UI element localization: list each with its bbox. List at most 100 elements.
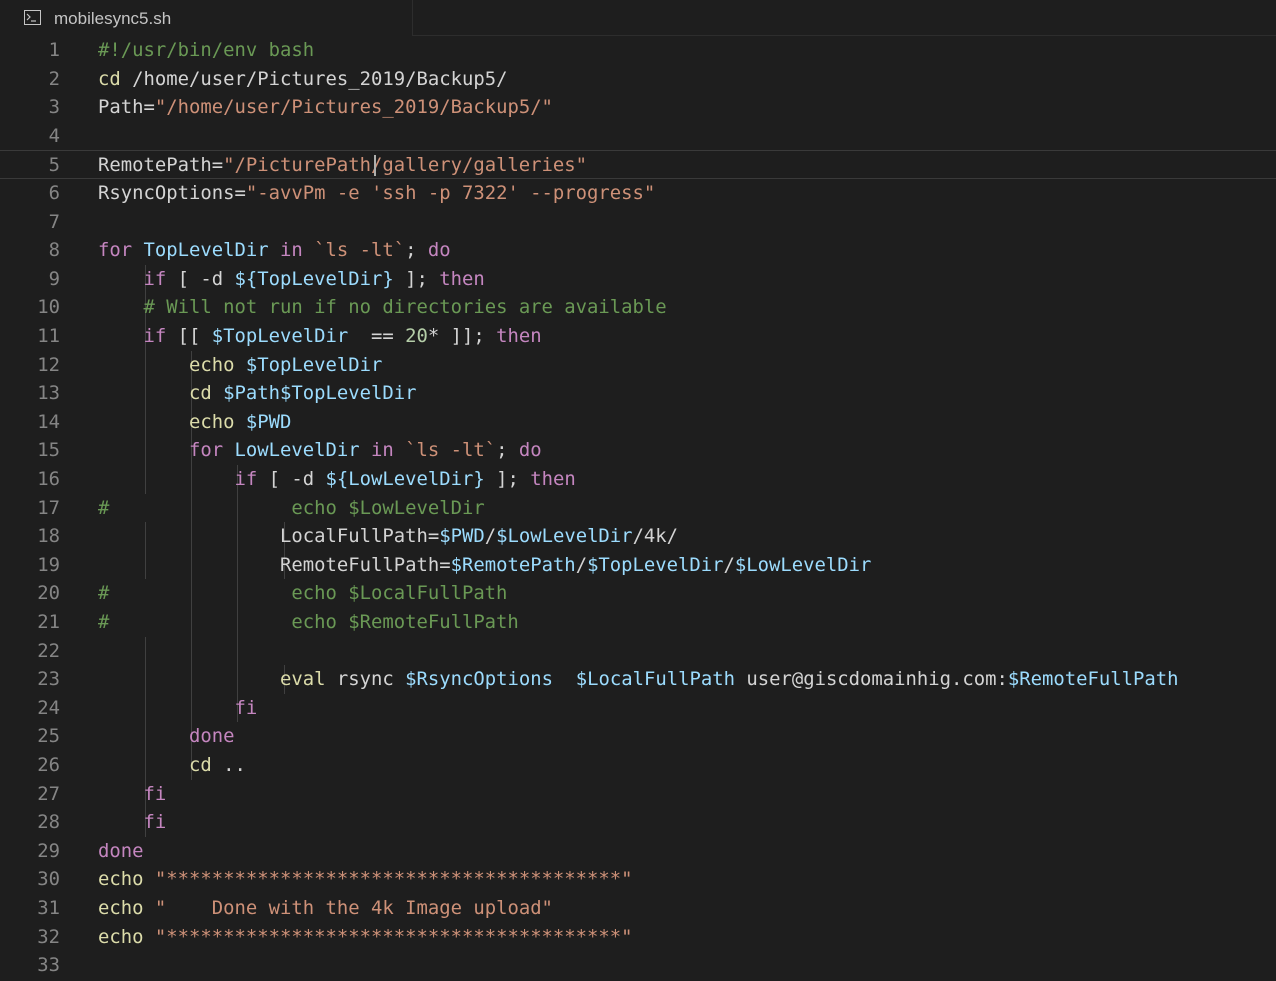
code-line[interactable]: 9 if [ -d ${TopLevelDir} ]; then bbox=[0, 264, 1276, 294]
token-plain: /4k/ bbox=[632, 525, 679, 548]
code-line[interactable]: 14 echo $PWD bbox=[0, 407, 1276, 437]
code-line[interactable]: 26 cd .. bbox=[0, 751, 1276, 780]
code-line[interactable]: 21 # echo $RemoteFullPath bbox=[0, 608, 1276, 637]
token-keyword: for bbox=[189, 439, 224, 462]
line-number: 28 bbox=[37, 811, 60, 834]
code-line[interactable]: 22 bbox=[0, 636, 1276, 666]
token-comment: # echo $RemoteFullPath bbox=[98, 611, 519, 633]
code-line[interactable]: 1 #!/usr/bin/env bash bbox=[0, 36, 1276, 65]
token-variable: ${TopLevelDir} bbox=[234, 267, 394, 290]
code-line[interactable]: 3 Path="/home/user/Pictures_2019/Backup5/… bbox=[0, 93, 1276, 122]
line-number: 31 bbox=[37, 897, 60, 919]
code-line[interactable]: 2 cd /home/user/Pictures_2019/Backup5/ bbox=[0, 65, 1276, 94]
code-text: RemotePath="/PicturePath/gallery/galleri… bbox=[98, 151, 587, 180]
line-number: 22 bbox=[37, 639, 60, 662]
code-text: echo "**********************************… bbox=[98, 865, 633, 894]
token-comment: #!/usr/bin/env bash bbox=[98, 39, 315, 61]
code-line[interactable]: 8 for TopLevelDir in `ls -lt`; do bbox=[0, 236, 1276, 265]
token-keyword: if bbox=[143, 267, 167, 290]
line-number: 8 bbox=[48, 239, 60, 262]
line-number: 33 bbox=[37, 954, 60, 977]
code-line[interactable]: 31 echo " Done with the 4k Image upload" bbox=[0, 894, 1276, 923]
token-string: `ls -lt` bbox=[405, 439, 497, 462]
token-builtin: cd bbox=[98, 67, 121, 90]
code-line[interactable]: 29 done bbox=[0, 837, 1276, 866]
line-number: 20 bbox=[37, 582, 60, 605]
code-line[interactable]: 11 if [[ $TopLevelDir == 20* ]]; then bbox=[0, 322, 1276, 351]
token-plain: ; bbox=[496, 439, 519, 462]
line-number: 32 bbox=[37, 925, 60, 948]
code-text: cd .. bbox=[98, 751, 246, 780]
text-cursor bbox=[374, 155, 376, 177]
token-builtin: eval bbox=[279, 668, 326, 691]
code-text: if [ -d ${LowLevelDir} ]; then bbox=[98, 465, 576, 494]
code-line[interactable]: 24 fi bbox=[0, 693, 1276, 723]
token-plain: /home/user/Pictures_2019/Backup5/ bbox=[120, 67, 508, 90]
code-line[interactable]: 4 bbox=[0, 122, 1276, 151]
token-variable: TopLevelDir bbox=[143, 239, 269, 262]
tab-filename: mobilesync5.sh bbox=[54, 9, 172, 28]
token-keyword: fi bbox=[234, 696, 258, 719]
code-line[interactable]: 32 echo "********************************… bbox=[0, 923, 1276, 952]
token-plain: [[ bbox=[166, 325, 212, 347]
code-line[interactable]: 23 eval rsync $RsyncOptions $LocalFullPa… bbox=[0, 665, 1276, 694]
token-keyword: then bbox=[530, 468, 576, 490]
code-line[interactable]: 30 echo "********************************… bbox=[0, 865, 1276, 894]
token-keyword: for bbox=[98, 239, 133, 262]
code-line[interactable]: 10 # Will not run if no directories are … bbox=[0, 293, 1276, 322]
token-keyword: if bbox=[143, 325, 167, 347]
code-line[interactable]: 6 RsyncOptions="-avvPm -e 'ssh -p 7322' -… bbox=[0, 179, 1276, 208]
code-line[interactable]: 20 # echo $LocalFullPath bbox=[0, 579, 1276, 608]
line-number: 17 bbox=[37, 496, 60, 519]
line-number: 23 bbox=[37, 668, 60, 691]
line-number: 25 bbox=[37, 725, 60, 748]
token-plain: ; bbox=[405, 239, 428, 262]
line-number: 9 bbox=[48, 267, 60, 290]
code-text: fi bbox=[98, 808, 167, 837]
code-line[interactable]: 19 RemoteFullPath=$RemotePath/$TopLevelD… bbox=[0, 550, 1276, 580]
token-plain: RsyncOptions= bbox=[98, 182, 246, 204]
code-line[interactable]: 15 for LowLevelDir in `ls -lt`; do bbox=[0, 436, 1276, 465]
line-number: 24 bbox=[37, 696, 60, 719]
line-number: 30 bbox=[37, 868, 60, 891]
code-line[interactable]: 25 done bbox=[0, 722, 1276, 751]
code-line[interactable]: 5 RemotePath="/PicturePath/gallery/galler… bbox=[0, 150, 1276, 179]
code-line[interactable]: 12 echo $TopLevelDir bbox=[0, 350, 1276, 380]
code-line[interactable]: 7 bbox=[0, 208, 1276, 237]
token-string: "***************************************… bbox=[154, 868, 633, 891]
code-line[interactable]: 28 fi bbox=[0, 808, 1276, 837]
line-number: 7 bbox=[48, 210, 60, 233]
line-number: 3 bbox=[48, 96, 60, 119]
code-line[interactable]: 33 bbox=[0, 951, 1276, 980]
code-line[interactable]: 16 if [ -d ${LowLevelDir} ]; then bbox=[0, 465, 1276, 494]
token-plain: rsync bbox=[325, 668, 406, 691]
line-number: 4 bbox=[48, 124, 60, 147]
token-variable: $LowLevelDir bbox=[734, 553, 872, 576]
token-plain: RemotePath= bbox=[98, 154, 224, 177]
code-line[interactable]: 17 # echo $LowLevelDir bbox=[0, 493, 1276, 523]
token-comment: # Will not run if no directories are ava… bbox=[143, 296, 667, 319]
token-variable: ${LowLevelDir} bbox=[325, 468, 485, 490]
line-number: 1 bbox=[48, 39, 60, 61]
editor-tab[interactable]: mobilesync5.sh bbox=[0, 0, 413, 36]
token-keyword: fi bbox=[143, 811, 167, 834]
token-plain: / bbox=[723, 553, 735, 576]
token-variable: $PWD bbox=[439, 525, 485, 548]
tab-bar: mobilesync5.sh bbox=[0, 0, 1276, 36]
code-line[interactable]: 18 LocalFullPath=$PWD/$LowLevelDir/4k/ bbox=[0, 522, 1276, 551]
code-text: fi bbox=[98, 780, 167, 809]
code-editor[interactable]: 1 #!/usr/bin/env bash 2 cd /home/user/Pictu… bbox=[0, 36, 1276, 981]
line-number: 26 bbox=[37, 754, 60, 776]
code-line[interactable]: 13 cd $Path$TopLevelDir bbox=[0, 379, 1276, 408]
code-line[interactable]: 27 fi bbox=[0, 779, 1276, 809]
token-string: "***************************************… bbox=[154, 925, 633, 948]
token-plain: ]; bbox=[393, 267, 440, 290]
token-plain: RemoteFullPath= bbox=[98, 553, 451, 576]
